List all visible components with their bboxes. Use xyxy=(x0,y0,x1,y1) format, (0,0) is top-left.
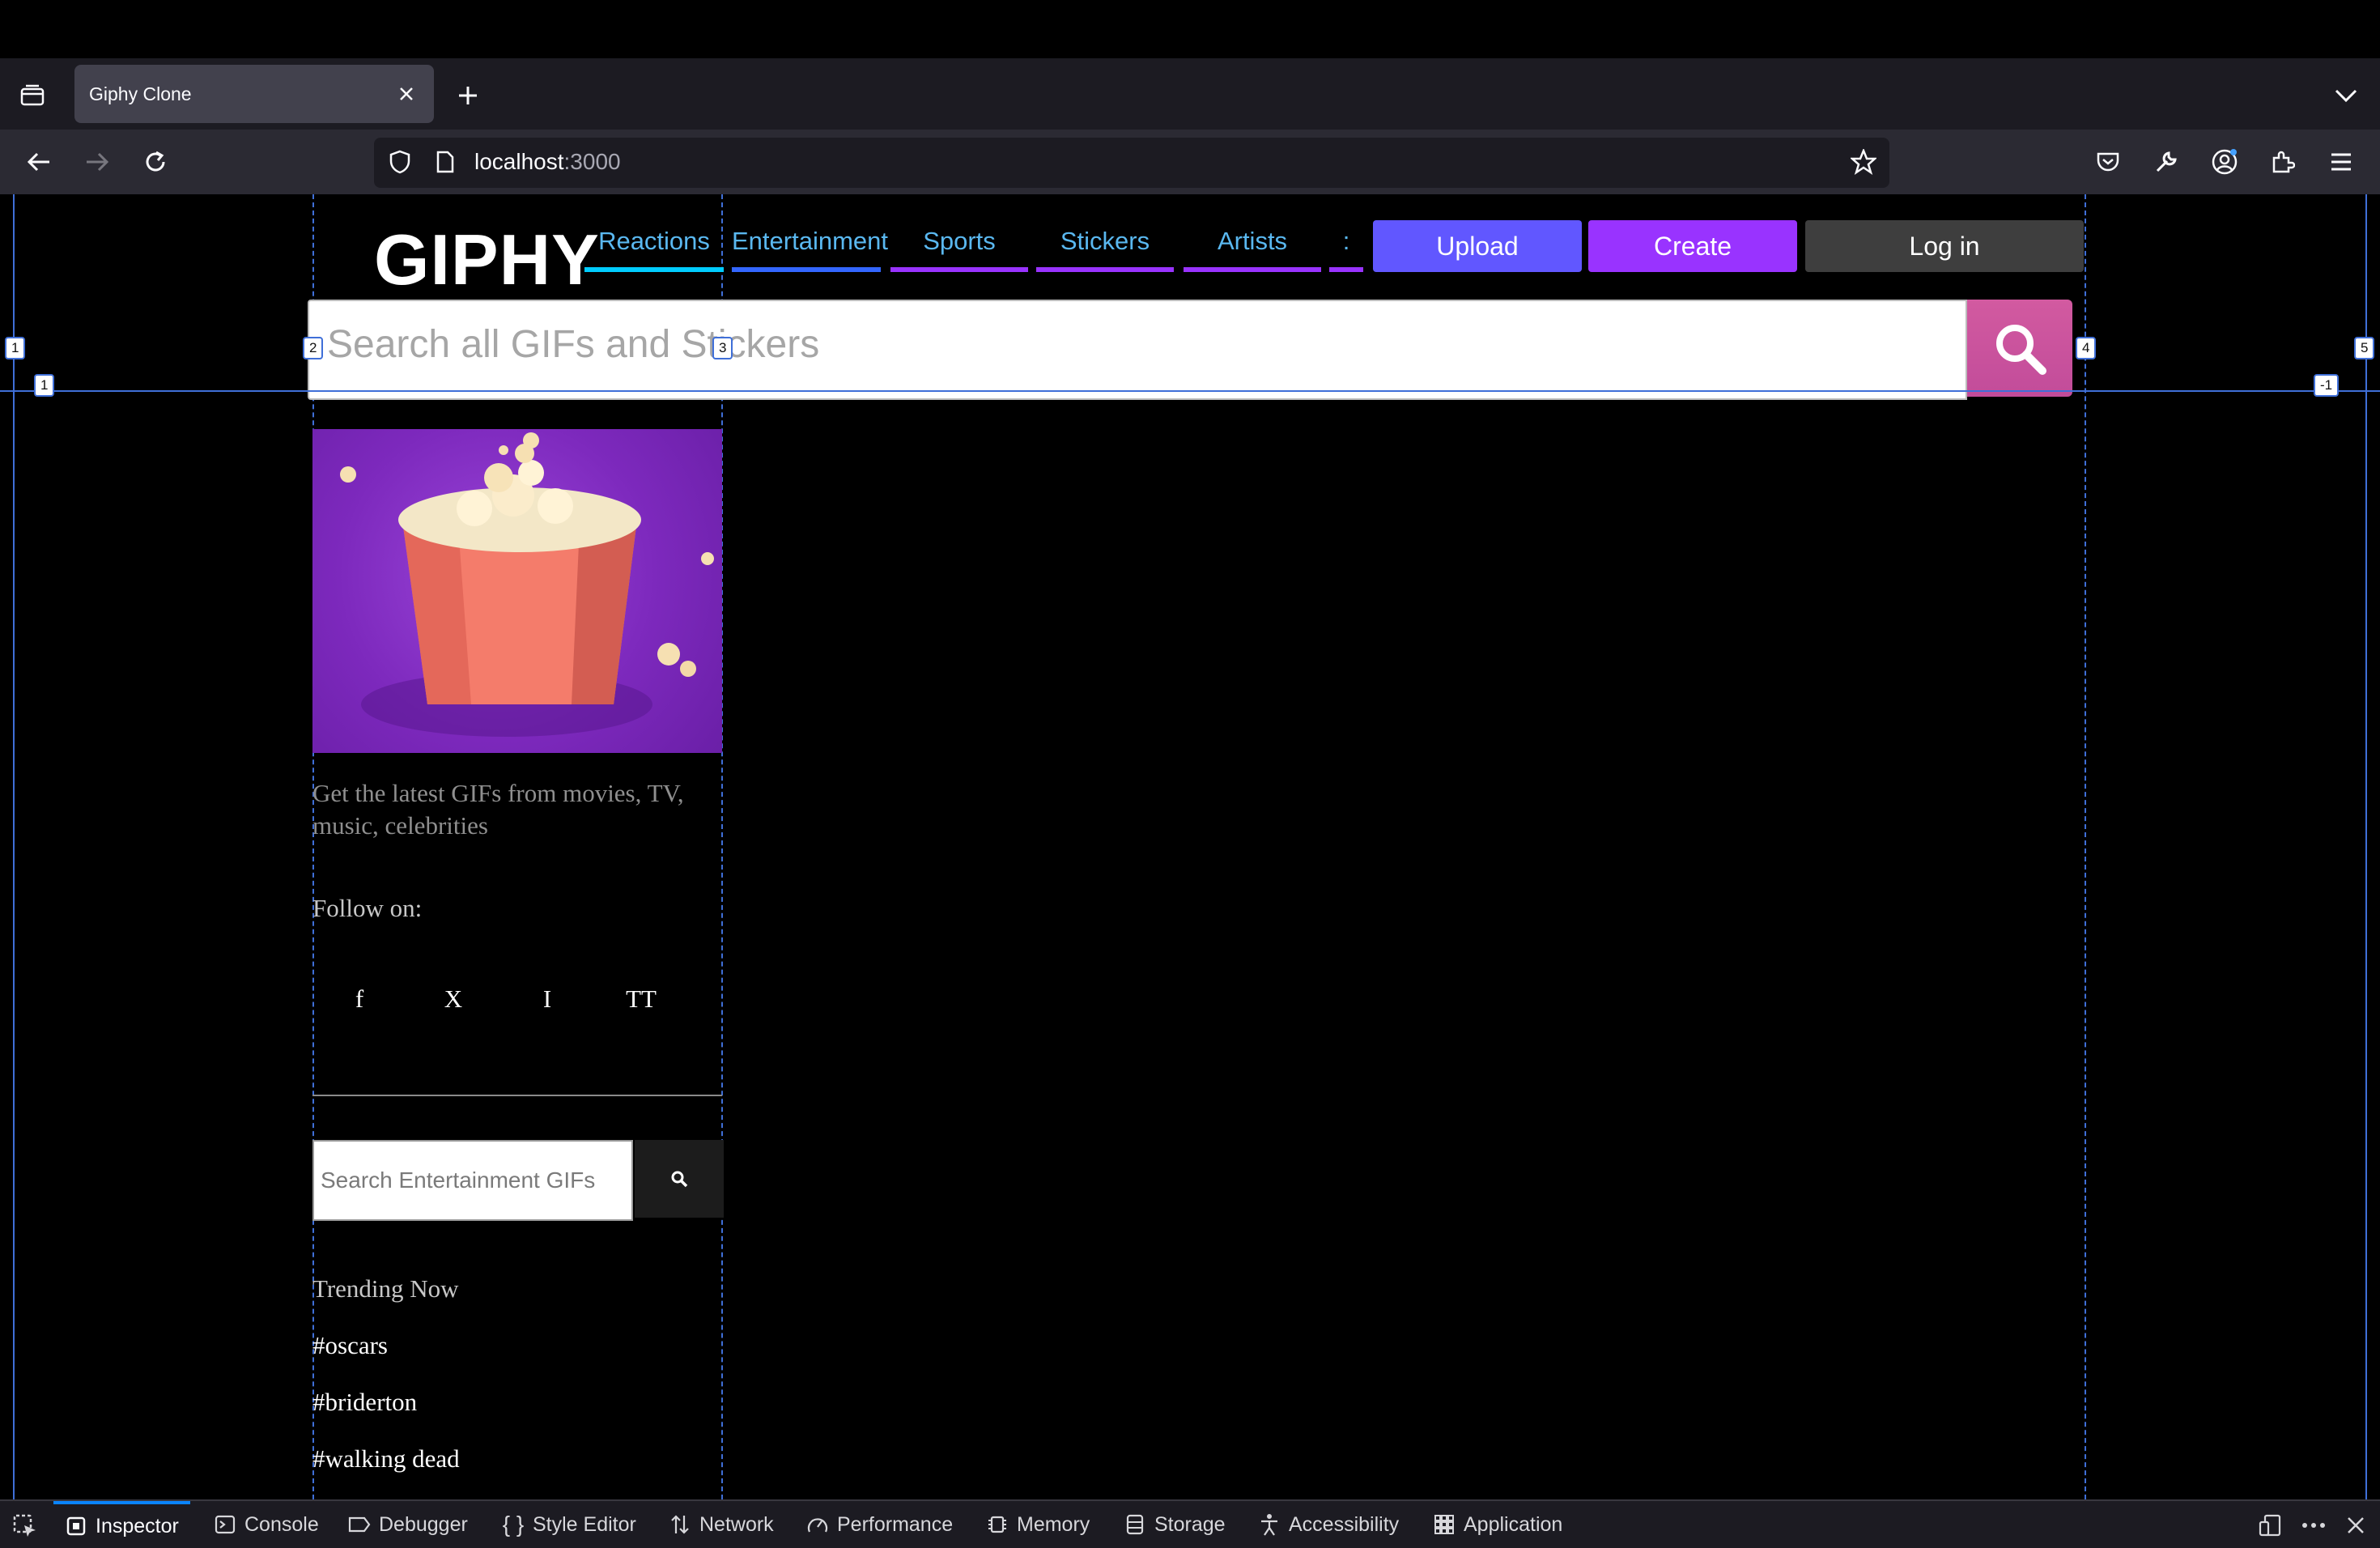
x-link[interactable]: X xyxy=(406,985,500,1014)
close-icon[interactable] xyxy=(392,79,421,108)
entertainment-search-button[interactable] xyxy=(635,1140,724,1218)
search-icon xyxy=(671,1171,688,1188)
extensions-icon[interactable] xyxy=(2267,146,2299,178)
giphy-logo[interactable]: GIPHY xyxy=(374,219,600,301)
debugger-icon xyxy=(348,1513,371,1536)
nav-underline xyxy=(584,267,724,272)
search-placeholder: Search all GIFs and Stickers xyxy=(327,323,820,366)
grid-col-badge: 5 xyxy=(2354,337,2375,359)
grid-col-badge: 4 xyxy=(2076,337,2097,359)
popcorn-hero-image xyxy=(312,429,722,753)
devtools-tab-style-editor[interactable]: { } Style Editor xyxy=(502,1501,636,1548)
forward-arrow-icon[interactable] xyxy=(81,146,113,178)
devtools-toolbar: Inspector Console Debugger { } Style Edi… xyxy=(0,1499,2380,1548)
nav-label: Artists xyxy=(1217,227,1288,255)
menu-icon[interactable] xyxy=(2325,146,2357,178)
trending-tag[interactable]: #oscars xyxy=(312,1331,722,1360)
responsive-design-icon[interactable] xyxy=(2255,1511,2284,1540)
search-icon xyxy=(1996,325,2046,375)
entertainment-column: Get the latest GIFs from movies, TV, mus… xyxy=(312,429,724,1474)
divider xyxy=(312,1095,722,1096)
nav-entertainment[interactable]: Entertainment xyxy=(732,227,888,272)
devtools-tab-accessibility[interactable]: Accessibility xyxy=(1258,1501,1399,1548)
devtools-tab-performance[interactable]: Performance xyxy=(806,1501,953,1548)
back-arrow-icon[interactable] xyxy=(23,146,55,178)
grid-row-line xyxy=(0,390,2380,392)
nav-label: Entertainment xyxy=(732,227,888,255)
social-links: f X I TT xyxy=(312,985,722,1014)
bookmark-star-icon[interactable] xyxy=(1847,146,1880,178)
chevron-down-icon[interactable] xyxy=(2330,79,2362,112)
nav-stickers[interactable]: Stickers xyxy=(1036,227,1174,272)
nav-underline xyxy=(890,267,1028,272)
window-top-bar xyxy=(0,0,2380,58)
new-tab-icon[interactable] xyxy=(452,79,484,112)
accessibility-icon xyxy=(1258,1513,1281,1536)
storage-icon xyxy=(1124,1513,1146,1536)
devtools-tab-application[interactable]: Application xyxy=(1433,1501,1562,1548)
nav-reactions[interactable]: Reactions xyxy=(584,227,724,272)
tab-list-icon[interactable] xyxy=(16,81,49,110)
grid-apps-icon xyxy=(1433,1513,1456,1536)
follow-label: Follow on: xyxy=(312,894,423,922)
nav-underline xyxy=(1184,267,1321,272)
grid-col-badge: 1 xyxy=(5,337,26,359)
devtools-tab-storage[interactable]: Storage xyxy=(1124,1501,1226,1548)
inspector-icon xyxy=(65,1515,87,1537)
browser-tab[interactable]: Giphy Clone xyxy=(74,65,434,123)
devtools-tab-console[interactable]: Console xyxy=(214,1501,319,1548)
tab-title: Giphy Clone xyxy=(89,83,192,104)
create-button[interactable]: Create xyxy=(1588,220,1797,272)
facebook-link[interactable]: f xyxy=(312,985,406,1014)
nav-label: : xyxy=(1342,227,1350,255)
entertainment-search-placeholder: Search Entertainment GIFs xyxy=(321,1167,596,1193)
grid-col-badge: 3 xyxy=(712,337,733,359)
devtools-tab-network[interactable]: Network xyxy=(669,1501,774,1548)
upload-button[interactable]: Upload xyxy=(1373,220,1582,272)
devtools-tab-memory[interactable]: Memory xyxy=(986,1501,1090,1548)
more-options-icon[interactable] xyxy=(2299,1511,2328,1540)
instagram-link[interactable]: I xyxy=(500,985,594,1014)
close-devtools-icon[interactable] xyxy=(2341,1511,2370,1540)
account-icon[interactable] xyxy=(2208,146,2241,178)
trending-tag[interactable]: #walking dead xyxy=(312,1444,722,1474)
page-viewport: GIPHY Reactions Entertainment Sports Sti… xyxy=(0,194,2380,1499)
nav-label: Sports xyxy=(923,227,996,255)
nav-sports[interactable]: Sports xyxy=(890,227,1028,272)
login-button[interactable]: Log in xyxy=(1805,220,2084,272)
reload-icon[interactable] xyxy=(139,146,172,178)
console-icon xyxy=(214,1513,236,1536)
braces-icon: { } xyxy=(502,1512,525,1537)
nav-underline xyxy=(1036,267,1174,272)
nav-label: Reactions xyxy=(598,227,710,255)
entertainment-search-input[interactable]: Search Entertainment GIFs xyxy=(312,1140,633,1221)
nav-more[interactable]: : xyxy=(1329,227,1363,272)
network-icon xyxy=(669,1513,691,1536)
search-button[interactable] xyxy=(1967,300,2072,397)
devtools-tab-debugger[interactable]: Debugger xyxy=(348,1501,468,1548)
wrench-icon[interactable] xyxy=(2150,146,2182,178)
url-text[interactable]: localhost:3000 xyxy=(474,149,621,175)
nav-underline xyxy=(1329,267,1363,272)
nav-underline xyxy=(732,267,881,272)
devtools-tab-inspector[interactable]: Inspector xyxy=(53,1501,190,1548)
sidebar-description: Get the latest GIFs from movies, TV, mus… xyxy=(312,779,684,840)
nav-artists[interactable]: Artists xyxy=(1184,227,1321,272)
grid-row-badge: 1 xyxy=(34,374,55,397)
element-picker-icon[interactable] xyxy=(11,1512,39,1540)
search-input[interactable]: Search all GIFs and Stickers xyxy=(308,300,1967,400)
pocket-icon[interactable] xyxy=(2092,146,2124,178)
tiktok-link[interactable]: TT xyxy=(594,985,688,1014)
page-icon xyxy=(429,146,461,178)
trending-title: Trending Now xyxy=(312,1274,459,1303)
grid-row-badge: -1 xyxy=(2314,374,2340,397)
memory-chip-icon xyxy=(986,1513,1009,1536)
gauge-icon xyxy=(806,1513,829,1536)
shield-icon[interactable] xyxy=(384,146,416,178)
grid-col-badge: 2 xyxy=(303,337,324,359)
trending-tag[interactable]: #briderton xyxy=(312,1388,722,1417)
entertainment-search: Search Entertainment GIFs xyxy=(312,1140,724,1221)
nav-label: Stickers xyxy=(1060,227,1150,255)
